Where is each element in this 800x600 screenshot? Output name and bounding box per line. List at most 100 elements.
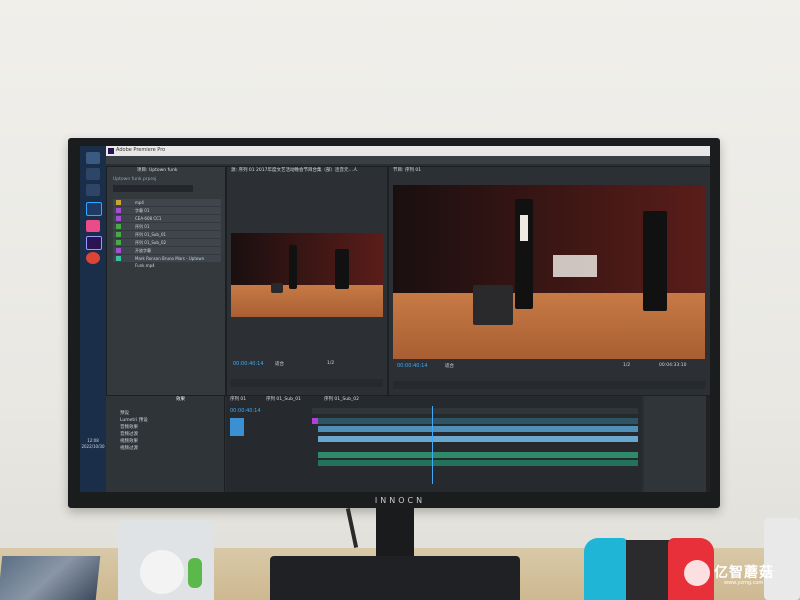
chrome-icon[interactable]: [86, 252, 100, 264]
figure-head: [140, 550, 184, 594]
project-item-color-icon: [116, 256, 121, 261]
program-monitor: 节目: 序列 01 00:00:40:14 适合 1/2 00:04:33:10: [388, 166, 710, 396]
premiere-icon[interactable]: [86, 236, 102, 250]
tab-source[interactable]: 源: 序列 01 2017年度文艺活动晚会节目合集（部）连音元…人: [231, 167, 387, 175]
project-item-label: 序列 01_Sub_01: [135, 232, 167, 237]
project-search-input[interactable]: [113, 185, 193, 192]
source-timecode[interactable]: 00:00:40:14: [233, 361, 264, 367]
source-fit-select[interactable]: 适合: [275, 361, 284, 367]
amplifier: [473, 285, 513, 325]
project-panel: 项目: Uptown funk Uptown funk.prproj mp4 字幕…: [106, 166, 226, 396]
source-video-frame: [231, 233, 383, 317]
cellist: [643, 211, 667, 311]
timeline-ruler[interactable]: [312, 408, 638, 414]
project-item-color-icon: [116, 208, 121, 213]
project-item[interactable]: Mark Ronson Bruno Mars - Uptown Funk.mp4: [113, 255, 221, 268]
tab-effects[interactable]: 效果: [176, 396, 185, 404]
camera-device: [764, 518, 800, 600]
timeline-playhead[interactable]: [432, 406, 433, 484]
program-fit-select[interactable]: 适合: [445, 363, 454, 369]
project-item[interactable]: 开放字幕: [113, 247, 221, 254]
project-item-color-icon: [116, 224, 121, 229]
program-transport-controls[interactable]: [393, 381, 705, 389]
project-item-color-icon: [116, 216, 121, 221]
video-track-3-clip[interactable]: [318, 436, 638, 442]
effects-folder[interactable]: 音频效果: [120, 424, 138, 430]
search-icon[interactable]: [86, 168, 100, 180]
stage-backdrop: [231, 233, 383, 286]
taskbar-date: 2022/10/30: [81, 444, 105, 449]
monitor-screen: 12:08 2022/10/30 Adobe Premiere Pro 项目: …: [80, 146, 710, 492]
switch-grip: [626, 540, 670, 600]
project-item-color-icon: [116, 240, 121, 245]
taskbar-clock[interactable]: 12:08 2022/10/30: [80, 438, 106, 450]
title-bar: Adobe Premiere Pro: [106, 146, 710, 156]
toy-figure: [118, 520, 218, 600]
program-duration: 00:04:33:10: [659, 363, 687, 368]
project-item[interactable]: CEA-608 CC1: [113, 215, 221, 222]
effects-folder[interactable]: 预设: [120, 410, 129, 416]
program-zoom-select[interactable]: 1/2: [623, 363, 630, 368]
effects-folder[interactable]: 视频效果: [120, 438, 138, 444]
performer: [289, 245, 297, 289]
project-item[interactable]: 序列 01: [113, 223, 221, 230]
project-item-color-icon: [116, 200, 121, 205]
amplifier: [271, 283, 283, 293]
audio-track-2-clip[interactable]: [318, 460, 638, 466]
photoshop-icon[interactable]: [86, 202, 102, 216]
timeline-timecode[interactable]: 00:00:40:14: [230, 408, 261, 414]
audio-meter: [706, 396, 710, 492]
source-zoom-select[interactable]: 1/2: [327, 361, 334, 366]
stage-floor: [231, 285, 383, 317]
performer-shirt: [520, 215, 528, 241]
project-item-label: Mark Ronson Bruno Mars - Uptown Funk.mp4: [135, 256, 205, 268]
video-track-2-clip[interactable]: [318, 426, 638, 432]
watermark-logo-icon: [684, 560, 710, 586]
monitor-stand-base: [270, 556, 520, 600]
effects-folder[interactable]: 音频过渡: [120, 431, 138, 437]
timeline-tab-3[interactable]: 序列 01_Sub_02: [324, 396, 359, 404]
source-transport-controls[interactable]: [231, 379, 383, 387]
watermark-url: www.yzmg.com: [724, 580, 764, 586]
project-item-label: 开放字幕: [135, 248, 151, 253]
project-item-color-icon: [116, 248, 121, 253]
project-item-label: 序列 01: [135, 224, 150, 229]
switch-joycon-left: [584, 538, 628, 600]
project-item-label: 序列 01_Sub_02: [135, 240, 167, 245]
app-icon[interactable]: [86, 220, 100, 232]
task-view-icon[interactable]: [86, 184, 100, 196]
timeline-tab-1[interactable]: 序列 01: [230, 396, 246, 404]
video-track-1-clip[interactable]: [318, 418, 638, 424]
figure-accent: [188, 558, 202, 588]
project-item[interactable]: 序列 01_Sub_01: [113, 231, 221, 238]
window-title: Adobe Premiere Pro: [116, 147, 166, 153]
menu-bar: [106, 156, 710, 164]
audio-track-1-clip[interactable]: [318, 452, 638, 458]
premiere-logo-icon: [108, 148, 114, 154]
tab-program[interactable]: 节目: 序列 01: [393, 167, 421, 175]
project-item-label: CEA-608 CC1: [135, 216, 162, 221]
start-icon[interactable]: [86, 152, 100, 164]
tools-panel[interactable]: [644, 396, 710, 492]
project-item[interactable]: 序列 01_Sub_02: [113, 239, 221, 246]
program-video-frame: [393, 185, 705, 359]
program-timecode[interactable]: 00:00:40:14: [397, 363, 428, 369]
timeline-tab-2[interactable]: 序列 01_Sub_01: [266, 396, 301, 404]
project-item-color-icon: [116, 232, 121, 237]
source-monitor: 源: 序列 01 2017年度文艺活动晚会节目合集（部）连音元…人 00:00:…: [226, 166, 388, 396]
timeline-marker-tool[interactable]: [230, 418, 244, 436]
effects-folder[interactable]: 视频过渡: [120, 445, 138, 451]
timeline-panel: 序列 01 序列 01_Sub_01 序列 01_Sub_02 00:00:40…: [226, 396, 642, 492]
watermark-text: 亿智蘑菇: [714, 565, 774, 581]
tab-project[interactable]: 项目: Uptown funk: [137, 167, 177, 175]
effects-folder[interactable]: Lumetri 预设: [120, 417, 148, 423]
project-file-name: Uptown funk.prproj: [113, 177, 157, 182]
project-item-label: mp4: [135, 200, 144, 205]
project-item[interactable]: mp4: [113, 199, 221, 206]
premiere-window: Adobe Premiere Pro 项目: Uptown funk Uptow…: [106, 146, 710, 492]
windows-taskbar: 12:08 2022/10/30: [80, 146, 106, 492]
project-item-label: 字幕 01: [135, 208, 150, 213]
cellist: [335, 249, 349, 289]
project-item[interactable]: 字幕 01: [113, 207, 221, 214]
watermark: 亿智蘑菇 www.yzmg.com: [684, 560, 800, 586]
